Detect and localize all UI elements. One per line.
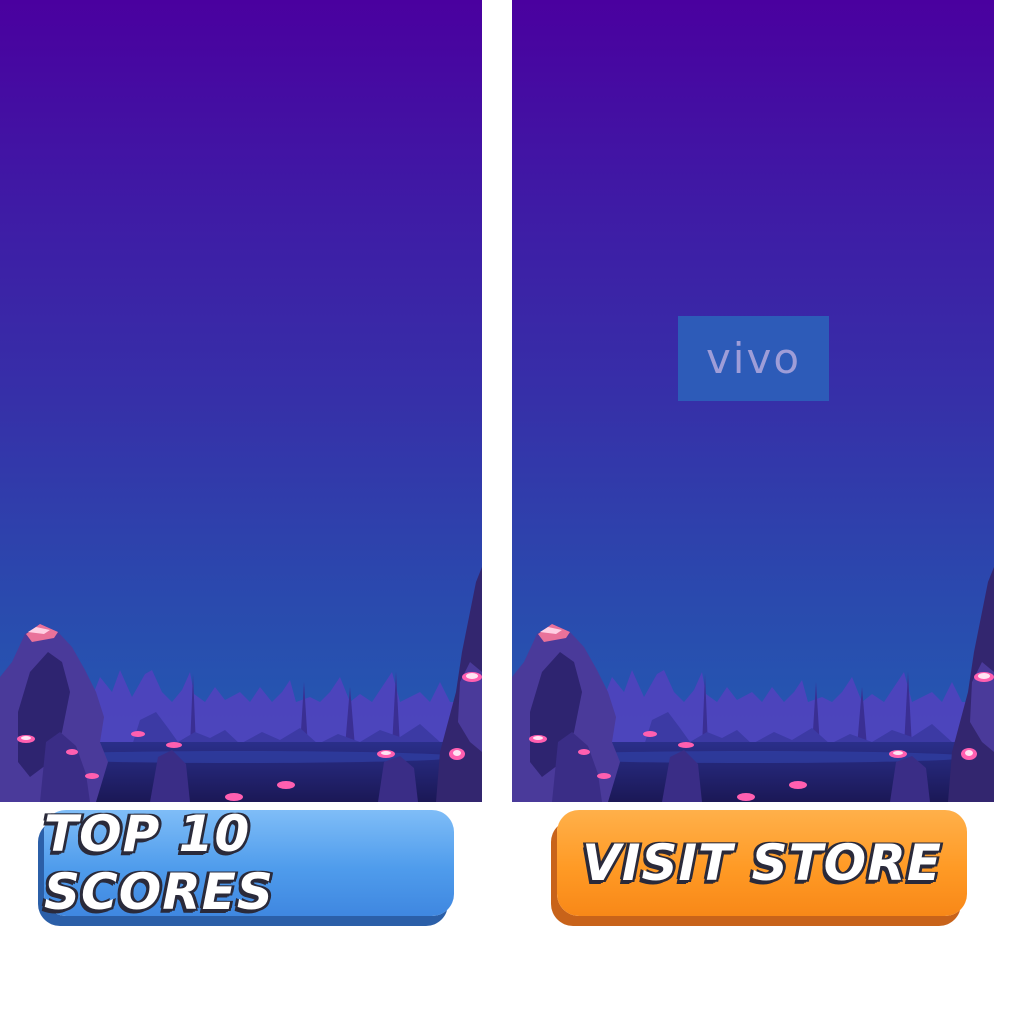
top-10-scores-button[interactable]: TOP 10 SCORES [44,805,454,921]
alien-landscape-illustration [0,552,482,802]
game-preview-left [0,0,482,802]
vivo-logo-text: vivo [705,334,802,383]
visit-store-label: VISIT STORE [582,834,942,892]
game-preview-right: vivo [512,0,994,802]
visit-store-button[interactable]: VISIT STORE [557,810,967,916]
alien-landscape-illustration [512,552,994,802]
vivo-logo: vivo [678,316,829,401]
top-10-scores-label: TOP 10 SCORES [44,805,274,921]
